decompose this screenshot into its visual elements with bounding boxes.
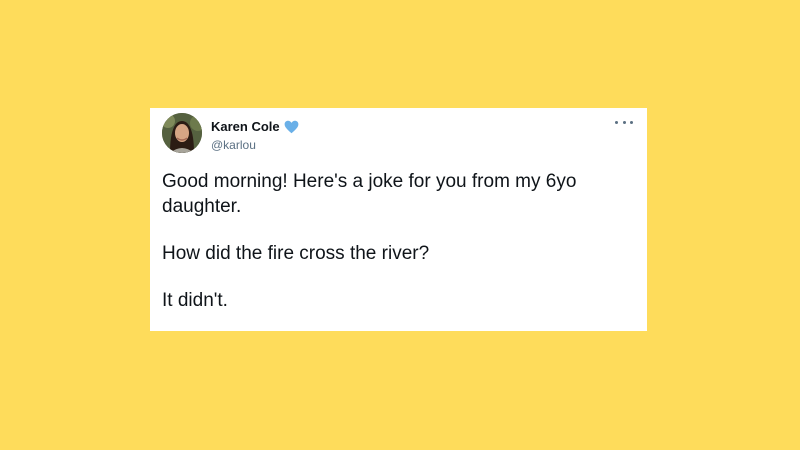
dot: [615, 120, 618, 124]
more-options-icon[interactable]: [615, 117, 633, 127]
dot: [622, 120, 626, 124]
tweet-author: Karen Cole @karlou: [211, 119, 299, 153]
author-name[interactable]: Karen Cole: [211, 119, 280, 135]
tweet-paragraph: It didn't.: [162, 290, 228, 311]
dot: [630, 120, 633, 124]
tweet-text: Good morning! Here's a joke for you from…: [162, 169, 632, 313]
author-name-row: Karen Cole: [211, 119, 299, 135]
author-handle[interactable]: @karlou: [211, 137, 299, 153]
avatar[interactable]: [162, 113, 202, 153]
tweet-card: Karen Cole @karlou Good morning! Here's …: [150, 108, 647, 331]
tweet-paragraph: Good morning! Here's a joke for you from…: [162, 171, 577, 217]
heart-icon: [284, 120, 299, 134]
avatar-image: [162, 113, 202, 153]
tweet-paragraph: How did the fire cross the river?: [162, 243, 430, 264]
